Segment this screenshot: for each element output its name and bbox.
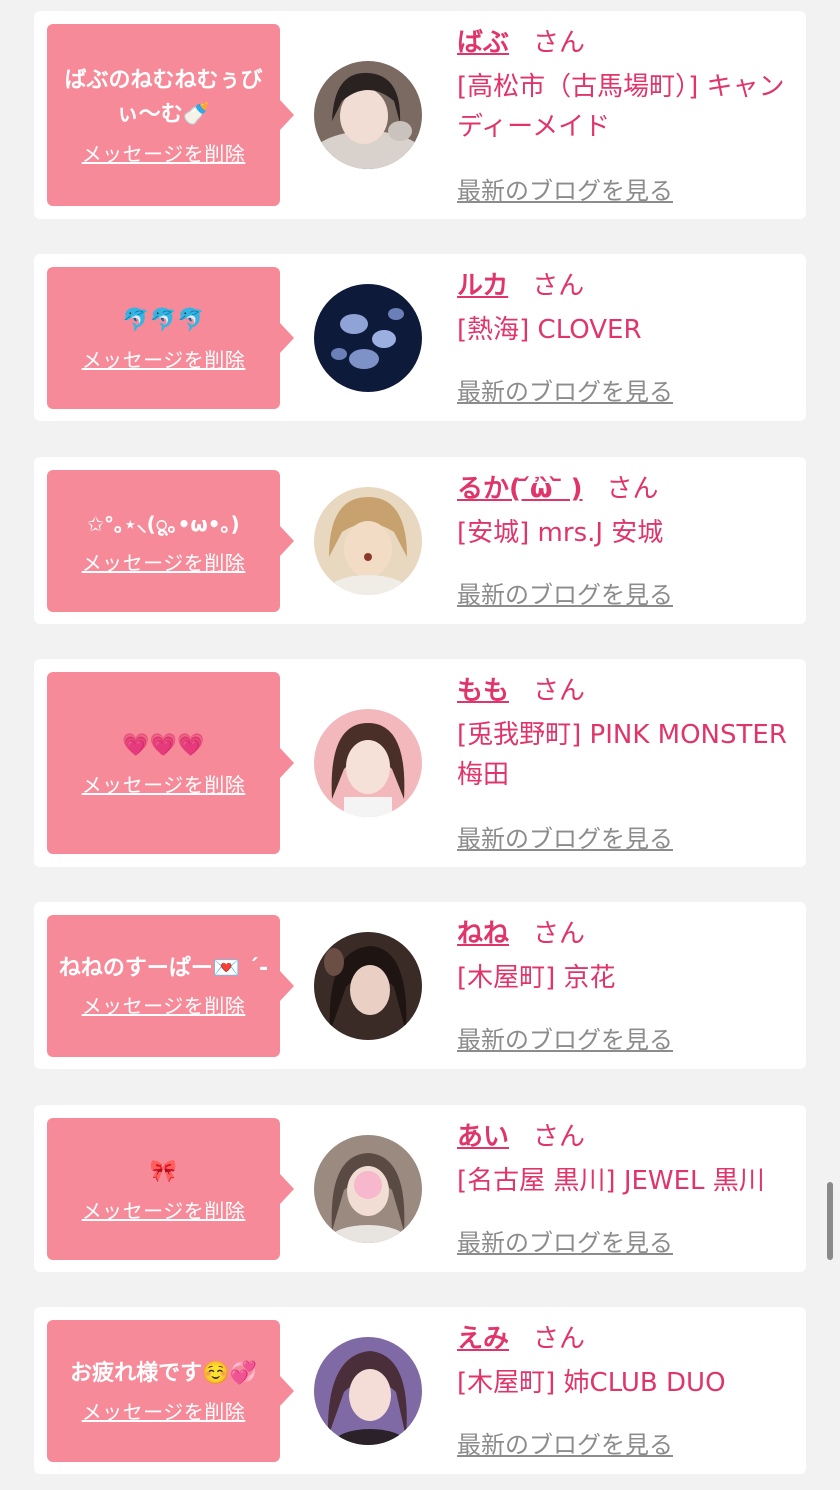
- name-link[interactable]: ねね: [457, 919, 509, 949]
- delete-message-link[interactable]: メッセージを削除: [82, 1195, 246, 1224]
- message-text: ✩°｡⋆⸜(ू｡•ω•｡): [87, 511, 240, 536]
- avatar[interactable]: [314, 61, 422, 169]
- name-link[interactable]: ルカ: [457, 271, 508, 301]
- san-label: さん: [533, 676, 586, 706]
- latest-blog-link[interactable]: 最新のブログを見る: [457, 1020, 673, 1055]
- avatar[interactable]: [314, 932, 422, 1040]
- name-link[interactable]: あい: [457, 1122, 509, 1152]
- san-label: さん: [532, 271, 585, 301]
- san-label: さん: [533, 919, 586, 949]
- delete-message-link[interactable]: メッセージを削除: [82, 547, 246, 576]
- info: ねね さん [木屋町] 京花: [457, 916, 792, 998]
- message-text: 🎀: [149, 1158, 178, 1184]
- message-bubble: 💗💗💗 メッセージを削除: [47, 672, 294, 854]
- shop-name: [安城] mrs.J 安城: [457, 518, 664, 548]
- latest-blog-link[interactable]: 最新のブログを見る: [457, 819, 673, 854]
- message-text: ばぶのねむねむぅびぃ〜む🍼: [64, 67, 263, 127]
- info: ばぶ さん [高松市（古馬場町）] キャンディーメイド: [457, 25, 792, 147]
- latest-blog-link[interactable]: 最新のブログを見る: [457, 171, 673, 206]
- message-bubble: ✩°｡⋆⸜(ू｡•ω•｡) メッセージを削除: [47, 470, 294, 612]
- shop-name: [熱海] CLOVER: [457, 315, 642, 345]
- san-label: さん: [533, 28, 586, 58]
- avatar[interactable]: [314, 1337, 422, 1445]
- message-card: ✩°｡⋆⸜(ू｡•ω•｡) メッセージを削除 るか( ᷄ὢ ᷅ ) さん [安城]…: [34, 457, 806, 624]
- san-label: さん: [533, 1122, 586, 1152]
- info: ルカ さん [熱海] CLOVER: [457, 268, 792, 350]
- scrollbar[interactable]: [827, 1182, 833, 1260]
- message-text: 💗💗💗: [122, 732, 205, 758]
- message-card: ねねのすーぱー💌 ´- メッセージを削除 ねね さん [木屋町] 京花 最新のブロ…: [34, 902, 806, 1069]
- avatar[interactable]: [314, 709, 422, 817]
- message-card: ばぶのねむねむぅびぃ〜む🍼 メッセージを削除 ばぶ さん [高松市（古馬場町）] …: [34, 11, 806, 219]
- message-text: 🐬🐬🐬: [122, 307, 205, 333]
- shop-name: [木屋町] 京花: [457, 963, 616, 993]
- avatar[interactable]: [314, 284, 422, 392]
- message-card: お疲れ様です☺️💞 メッセージを削除 えみ さん [木屋町] 姉CLUB DUO …: [34, 1307, 806, 1474]
- shop-name: [高松市（古馬場町）] キャンディーメイド: [457, 72, 785, 142]
- message-bubble: お疲れ様です☺️💞 メッセージを削除: [47, 1320, 294, 1462]
- delete-message-link[interactable]: メッセージを削除: [82, 769, 246, 798]
- info: もも さん [兎我野町] PINK MONSTER梅田: [457, 673, 792, 795]
- shop-name: [名古屋 黒川] JEWEL 黒川: [457, 1166, 765, 1196]
- shop-name: [兎我野町] PINK MONSTER梅田: [457, 720, 787, 790]
- avatar[interactable]: [314, 1135, 422, 1243]
- name-link[interactable]: えみ: [457, 1324, 509, 1354]
- san-label: さん: [533, 1324, 586, 1354]
- message-bubble: ばぶのねむねむぅびぃ〜む🍼 メッセージを削除: [47, 24, 294, 206]
- info: あい さん [名古屋 黒川] JEWEL 黒川: [457, 1119, 792, 1201]
- info: えみ さん [木屋町] 姉CLUB DUO: [457, 1321, 792, 1403]
- latest-blog-link[interactable]: 最新のブログを見る: [457, 372, 673, 407]
- info: るか( ᷄ὢ ᷅ ) さん [安城] mrs.J 安城: [457, 471, 792, 553]
- message-card: 🐬🐬🐬 メッセージを削除 ルカ さん [熱海] CLOVER 最新のブログを見る: [34, 254, 806, 421]
- message-text: お疲れ様です☺️💞: [70, 1360, 257, 1386]
- avatar[interactable]: [314, 487, 422, 595]
- name-link[interactable]: もも: [457, 676, 509, 706]
- latest-blog-link[interactable]: 最新のブログを見る: [457, 1223, 673, 1258]
- message-bubble: 🐬🐬🐬 メッセージを削除: [47, 267, 294, 409]
- delete-message-link[interactable]: メッセージを削除: [82, 1396, 246, 1425]
- message-bubble: ねねのすーぱー💌 ´- メッセージを削除: [47, 915, 294, 1057]
- shop-name: [木屋町] 姉CLUB DUO: [457, 1368, 726, 1398]
- message-text: ねねのすーぱー💌 ´-: [58, 955, 269, 981]
- message-bubble: 🎀 メッセージを削除: [47, 1118, 294, 1260]
- delete-message-link[interactable]: メッセージを削除: [82, 990, 246, 1019]
- delete-message-link[interactable]: メッセージを削除: [82, 344, 246, 373]
- name-link[interactable]: るか( ᷄ὢ ᷅ ): [457, 474, 583, 504]
- latest-blog-link[interactable]: 最新のブログを見る: [457, 1425, 673, 1460]
- san-label: さん: [606, 474, 659, 504]
- name-link[interactable]: ばぶ: [457, 28, 509, 58]
- delete-message-link[interactable]: メッセージを削除: [82, 138, 246, 167]
- message-card: 🎀 メッセージを削除 あい さん [名古屋 黒川] JEWEL 黒川 最新のブログ…: [34, 1105, 806, 1272]
- latest-blog-link[interactable]: 最新のブログを見る: [457, 575, 673, 610]
- message-card: 💗💗💗 メッセージを削除 もも さん [兎我野町] PINK MONSTER梅田 …: [34, 659, 806, 867]
